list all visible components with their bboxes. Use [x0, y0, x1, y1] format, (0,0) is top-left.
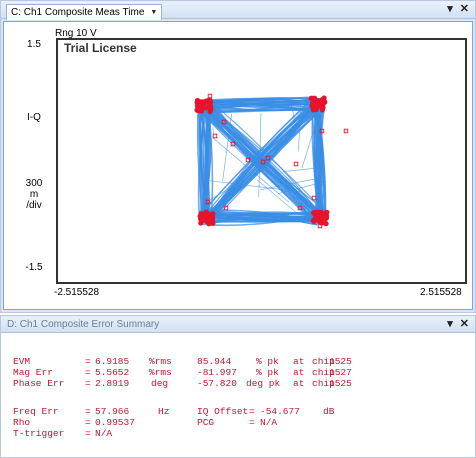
metric-value: -54.677: [260, 406, 300, 417]
symbol-point: [200, 212, 207, 218]
y-axis-name: I-Q: [27, 112, 41, 123]
y-axis-bottom-label: -1.5: [25, 262, 43, 273]
app-root: C: Ch1 Composite Meas Time ▼ ▾ ✕ Rng 10 …: [0, 0, 476, 458]
symbol-outlier: [212, 133, 218, 139]
metric-peak-value: -81.997: [197, 367, 237, 378]
x-axis-right-label: 2.515528: [420, 287, 462, 298]
y-axis-scale-unit: m: [29, 189, 39, 200]
symbol-point: [205, 213, 211, 219]
close-icon[interactable]: ✕: [460, 318, 469, 331]
symbol-point: [207, 107, 214, 113]
metric-name: Rho: [13, 417, 31, 428]
metric-value: 2.8919: [95, 378, 130, 389]
metric-eq: =: [249, 417, 255, 428]
pin-icon[interactable]: ▾: [447, 3, 453, 16]
metric-chip-number: 1525: [329, 356, 352, 367]
symbol-outlier: [293, 161, 299, 167]
metric-eq: =: [85, 406, 91, 417]
y-axis-scale-per-div: /div: [26, 200, 42, 211]
trace-content: Rng 10 V 1.5 I-Q 300 m /div -1.5 Trial L…: [3, 21, 473, 310]
trace-window-titlebar: C: Ch1 Composite Meas Time ▼ ▾ ✕: [1, 1, 475, 20]
metric-peak-value: -57.820: [197, 378, 237, 389]
y-axis-top-label: 1.5: [27, 39, 41, 50]
iq-trajectory: [283, 167, 319, 172]
symbol-point: [310, 107, 316, 113]
symbol-point: [194, 100, 201, 106]
metric-name: Freq Err: [13, 406, 59, 417]
symbol-point: [311, 218, 317, 224]
symbol-point: [316, 210, 322, 216]
metric-name: EVM: [13, 356, 31, 367]
symbol-point: [319, 107, 326, 113]
metric-value: N/A: [260, 417, 278, 428]
metric-value: 57.966: [95, 406, 130, 417]
symbol-point: [206, 221, 212, 227]
metric-unit: %rms: [149, 356, 172, 367]
summary-row-evm: EVM = 6.9185 %rms 85.944 % pk at chip 15…: [1, 356, 475, 367]
symbol-outlier: [207, 93, 213, 99]
iq-plot-area[interactable]: Trial License: [56, 38, 467, 284]
close-icon[interactable]: ✕: [460, 3, 469, 16]
metric-eq: =: [85, 356, 91, 367]
symbol-point: [198, 220, 204, 226]
metric-name: Phase Err: [13, 378, 65, 389]
summary-row-t-trigger: T-trigger = N/A: [1, 428, 475, 439]
trace-tab-label: C: Ch1 Composite Meas Time: [11, 7, 145, 18]
metric-chip-number: 1525: [329, 378, 352, 389]
metric-eq: =: [85, 428, 91, 439]
constellation-plot: [194, 93, 349, 229]
pin-icon[interactable]: ▾: [447, 318, 453, 331]
symbol-outlier: [343, 128, 349, 134]
symbol-point: [201, 100, 207, 106]
metric-unit: %rms: [149, 367, 172, 378]
metric-at: at: [293, 367, 305, 378]
symbol-point: [322, 211, 328, 217]
error-summary-table: EVM = 6.9185 %rms 85.944 % pk at chip 15…: [1, 334, 475, 458]
metric-unit: dB: [323, 406, 335, 417]
metric-peak-unit: deg pk: [246, 378, 281, 389]
iq-trajectory: [301, 130, 314, 169]
metric-unit: Hz: [158, 406, 170, 417]
metric-value: 5.5652: [95, 367, 130, 378]
metric-peak-unit: % pk: [256, 367, 279, 378]
trace-window-d: D: Ch1 Composite Error Summary ▾ ✕ EVM =…: [0, 315, 476, 458]
trial-license-watermark: Trial License: [64, 41, 137, 55]
metric-unit: deg: [151, 378, 169, 389]
symbol-point: [319, 99, 325, 105]
summary-row-freq-err: Freq Err = 57.966 Hz IQ Offset = -54.677…: [1, 406, 475, 417]
metric-eq: =: [85, 417, 91, 428]
x-axis-left-label: -2.515528: [54, 287, 100, 298]
symbol-point: [323, 221, 329, 227]
metric-eq: =: [85, 378, 91, 389]
metric-value: N/A: [95, 428, 113, 439]
y-axis-scale-value: 300: [25, 178, 43, 189]
summary-row-phase-err: Phase Err = 2.8919 deg -57.820 deg pk at…: [1, 378, 475, 389]
summary-window-title[interactable]: D: Ch1 Composite Error Summary: [7, 318, 159, 331]
metric-eq: =: [85, 367, 91, 378]
metric-at: at: [293, 378, 305, 389]
metric-at: at: [293, 356, 305, 367]
trace-tab[interactable]: C: Ch1 Composite Meas Time ▼: [6, 4, 163, 20]
trace-window-c: C: Ch1 Composite Meas Time ▼ ▾ ✕ Rng 10 …: [0, 0, 476, 313]
metric-value: 6.9185: [95, 356, 130, 367]
summary-window-titlebar: D: Ch1 Composite Error Summary ▾ ✕: [1, 316, 475, 333]
metric-eq: =: [249, 406, 255, 417]
metric-chip-number: 1527: [329, 367, 352, 378]
symbol-point: [194, 107, 200, 113]
symbol-point: [314, 100, 320, 106]
metric-name: IQ Offset: [197, 406, 249, 417]
metric-peak-value: 85.944: [197, 356, 232, 367]
metric-peak-unit: % pk: [256, 356, 279, 367]
metric-name: T-trigger: [13, 428, 65, 439]
metric-name: Mag Err: [13, 367, 53, 378]
symbol-point: [311, 210, 317, 216]
summary-row-rho: Rho = 0.99537 PCG = N/A: [1, 417, 475, 428]
summary-row-mag-err: Mag Err = 5.5652 %rms -81.997 % pk at ch…: [1, 367, 475, 378]
metric-value: 0.99537: [95, 417, 135, 428]
chevron-down-icon[interactable]: ▼: [150, 5, 157, 20]
metric-name: PCG: [197, 417, 215, 428]
